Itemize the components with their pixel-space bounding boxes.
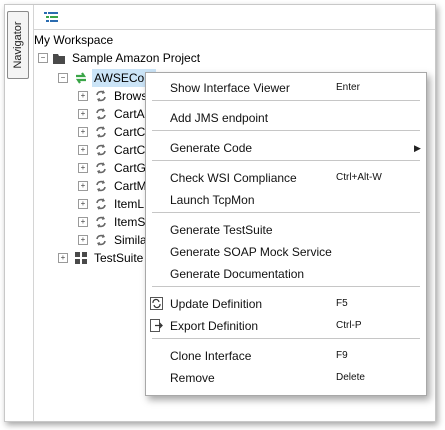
expand-icon[interactable]: + <box>58 253 68 263</box>
expand-icon[interactable]: + <box>78 181 88 191</box>
operation-icon <box>96 108 106 120</box>
expand-icon[interactable]: + <box>78 199 88 209</box>
export-icon <box>150 319 163 332</box>
menu-item-shortcut: Delete <box>336 372 365 383</box>
menu-item-add-jms-endpoint[interactable]: Add JMS endpoint <box>146 107 426 129</box>
menu-item-generate-documentation[interactable]: Generate Documentation <box>146 263 426 285</box>
operation-label: CartA <box>114 107 145 121</box>
operation-label: ItemL <box>114 197 145 211</box>
menu-separator <box>152 212 420 213</box>
menu-item-clone-interface[interactable]: Clone Interface F9 <box>146 345 426 367</box>
menu-item-generate-soap-mock-service[interactable]: Generate SOAP Mock Service <box>146 241 426 263</box>
menu-item-generate-testsuite[interactable]: Generate TestSuite <box>146 219 426 241</box>
menu-item-label: Generate Code <box>170 141 253 155</box>
menu-separator <box>152 338 420 339</box>
testsuite-icon <box>75 252 87 264</box>
expand-icon[interactable]: + <box>78 145 88 155</box>
operation-icon <box>96 126 106 138</box>
menu-item-update-definition[interactable]: Update Definition F5 <box>146 293 426 315</box>
project-label: Sample Amazon Project <box>72 51 201 65</box>
operation-icon <box>96 216 106 228</box>
workspace-label: My Workspace <box>34 33 114 47</box>
menu-item-label: Update Definition <box>170 297 263 311</box>
navigator-tab[interactable]: Navigator <box>7 11 29 79</box>
expand-icon[interactable]: + <box>78 235 88 245</box>
menu-item-label: Launch TcpMon <box>170 193 255 207</box>
menu-separator <box>152 160 420 161</box>
operation-icon <box>96 234 106 246</box>
menu-item-label: Clone Interface <box>170 349 252 363</box>
expand-icon[interactable]: + <box>78 91 88 101</box>
expand-icon[interactable]: + <box>78 109 88 119</box>
menu-item-label: Generate Documentation <box>170 267 305 281</box>
operation-label: CartC <box>114 125 146 139</box>
menu-item-generate-code[interactable]: Generate Code ▶ <box>146 137 426 159</box>
context-menu: Show Interface Viewer Enter Add JMS endpoi… <box>145 72 427 396</box>
operation-label: CartG <box>114 161 147 175</box>
interface-icon <box>75 72 87 84</box>
menu-item-show-interface-viewer[interactable]: Show Interface Viewer Enter <box>146 77 426 99</box>
menu-item-export-definition[interactable]: Export Definition Ctrl-P <box>146 315 426 337</box>
operation-icon <box>96 162 106 174</box>
menu-item-label: Check WSI Compliance <box>170 171 297 185</box>
operation-label: ItemS <box>114 215 146 229</box>
menu-item-label: Show Interface Viewer <box>170 81 290 95</box>
update-definition-icon <box>150 297 163 310</box>
expand-icon[interactable]: + <box>78 127 88 137</box>
menu-separator <box>152 286 420 287</box>
collapse-icon[interactable]: − <box>58 73 68 83</box>
menu-item-shortcut: Ctrl+Alt-W <box>336 172 382 183</box>
navigator-toolbar <box>34 5 435 30</box>
menu-item-check-wsi-compliance[interactable]: Check WSI Compliance Ctrl+Alt-W <box>146 167 426 189</box>
operation-icon <box>96 198 106 210</box>
menu-item-shortcut: Ctrl-P <box>336 320 362 331</box>
operation-label: Brows <box>114 89 148 103</box>
panel-divider <box>33 5 34 421</box>
navigator-tab-label: Navigator <box>12 21 24 69</box>
list-view-icon[interactable] <box>44 11 58 23</box>
menu-item-label: Add JMS endpoint <box>170 111 269 125</box>
menu-item-remove[interactable]: Remove Delete <box>146 367 426 389</box>
menu-item-shortcut: F5 <box>336 298 348 309</box>
menu-item-label: Export Definition <box>170 319 259 333</box>
menu-item-label: Remove <box>170 371 215 385</box>
expand-icon[interactable]: + <box>78 217 88 227</box>
menu-separator <box>152 130 420 131</box>
menu-item-launch-tcpmon[interactable]: Launch TcpMon <box>146 189 426 211</box>
menu-item-shortcut: F9 <box>336 350 348 361</box>
menu-item-label: Generate SOAP Mock Service <box>170 245 332 259</box>
menu-item-shortcut: Enter <box>336 82 360 93</box>
operation-icon <box>96 144 106 156</box>
operation-label: CartC <box>114 143 146 157</box>
collapse-icon[interactable]: − <box>38 53 48 63</box>
operation-label: CartM <box>114 179 147 193</box>
folder-icon <box>53 54 65 64</box>
operation-label: Simila <box>114 233 147 247</box>
testsuite-label: TestSuite <box>94 251 144 265</box>
menu-separator <box>152 100 420 101</box>
operation-icon <box>96 90 106 102</box>
expand-icon[interactable]: + <box>78 163 88 173</box>
operation-icon <box>96 180 106 192</box>
menu-item-label: Generate TestSuite <box>170 223 273 237</box>
submenu-arrow-icon: ▶ <box>414 143 421 153</box>
